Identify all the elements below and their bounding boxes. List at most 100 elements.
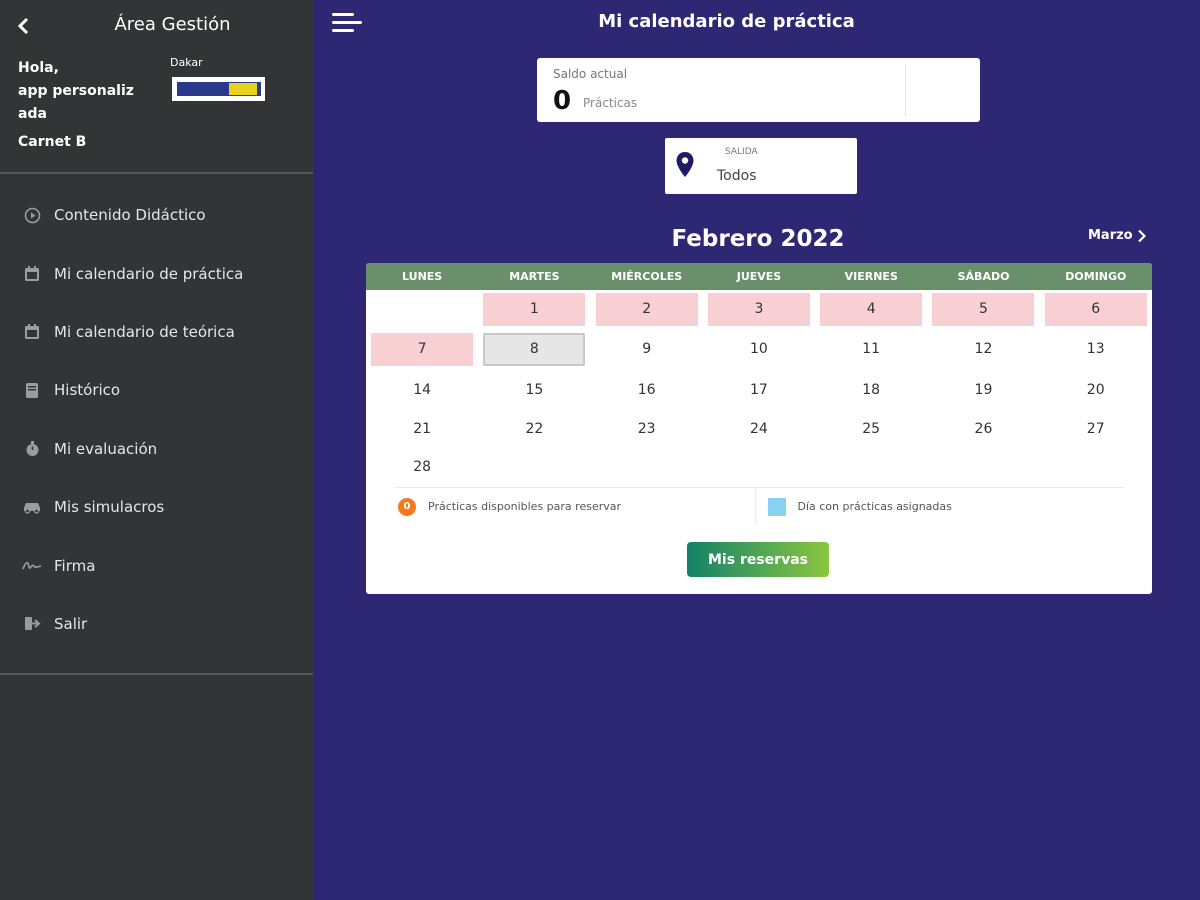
- calendar-day-13[interactable]: 13: [1040, 328, 1152, 370]
- weekday-label: JUEVES: [736, 270, 782, 283]
- calendar-day-15[interactable]: 15: [478, 370, 590, 410]
- calendar-week-row: 28: [366, 448, 1152, 485]
- calendar-day-number: 21: [413, 421, 432, 437]
- calendar-empty-cell: [927, 448, 1039, 485]
- calendar-day-19[interactable]: 19: [927, 370, 1039, 410]
- sidebar-item-label: Firma: [54, 556, 96, 575]
- calendar-day-1[interactable]: 1: [478, 290, 590, 328]
- calendar-day-number: 25: [862, 421, 881, 437]
- sidebar-item-firma[interactable]: Firma: [0, 536, 313, 594]
- calendar-day-number: 8: [483, 332, 586, 366]
- calendar-day-11[interactable]: 11: [815, 328, 927, 370]
- school-name: Dakar: [170, 56, 203, 69]
- calendar-legend: 0 Prácticas disponibles para reservar Dí…: [394, 487, 1124, 525]
- sidebar-item-evaluacion[interactable]: Mi evaluación: [0, 420, 313, 478]
- calendar-day-number: 6: [1044, 292, 1147, 326]
- logout-icon: [22, 614, 42, 634]
- calendar-day-23[interactable]: 23: [591, 410, 703, 448]
- calendar-day-22[interactable]: 22: [478, 410, 590, 448]
- balance-separator: [905, 64, 906, 116]
- balance-unit: Prácticas: [583, 96, 638, 110]
- chevron-left-icon: [17, 17, 29, 35]
- chevron-right-icon: [1137, 229, 1146, 242]
- sidebar-item-label: Contenido Didáctico: [54, 206, 206, 225]
- calendar-day-number: 27: [1086, 421, 1105, 437]
- exit-point-label: SALIDA: [725, 147, 758, 157]
- calendar-day-number: 28: [413, 458, 432, 475]
- available-badge-icon: 0: [398, 497, 416, 516]
- calendar-day-4[interactable]: 4: [815, 290, 927, 328]
- sidebar-item-calendario-practica[interactable]: Mi calendario de práctica: [0, 244, 313, 302]
- calendar-day-27[interactable]: 27: [1040, 410, 1152, 448]
- calendar-day-21[interactable]: 21: [366, 410, 478, 448]
- calendar-empty-cell: [1040, 448, 1152, 485]
- calendar-day-6[interactable]: 6: [1040, 290, 1152, 328]
- calendar-empty-cell: [591, 448, 703, 485]
- calendar-day-number: 2: [595, 292, 698, 326]
- calendar-day-18[interactable]: 18: [815, 370, 927, 410]
- license-type: Carnet B: [18, 134, 87, 150]
- calendar-icon: [22, 264, 42, 284]
- legend-assigned-label: Día con prácticas asignadas: [797, 500, 952, 513]
- next-month-label: Marzo: [1088, 228, 1133, 243]
- calendar-day-number: 13: [1086, 341, 1105, 357]
- calendar-week-row: 123456: [366, 290, 1152, 328]
- weekday-label: MIÉRCOLES: [611, 270, 683, 283]
- sidebar-nav: Contenido Didáctico Mi calendario de prá…: [0, 186, 313, 653]
- calendar-day-number: 17: [750, 382, 768, 398]
- calendar-week-row: 14 15 16 17 18 19 20: [366, 370, 1152, 410]
- sidebar-item-calendario-teorica[interactable]: Mi calendario de teórica: [0, 303, 313, 361]
- calendar-day-9[interactable]: 9: [591, 328, 703, 370]
- sidebar-item-salir[interactable]: Salir: [0, 595, 313, 653]
- my-reservations-button[interactable]: Mis reservas: [687, 542, 829, 577]
- legend-assigned: Día con prácticas asignadas: [754, 488, 1125, 525]
- calendar-day-14[interactable]: 14: [366, 370, 478, 410]
- calendar-day-5[interactable]: 5: [927, 290, 1039, 328]
- calendar-day-28[interactable]: 28: [366, 448, 478, 485]
- calendar-day-26[interactable]: 26: [927, 410, 1039, 448]
- school-logo: [172, 77, 265, 101]
- calendar-day-number: 24: [750, 421, 768, 437]
- calendar-day-12[interactable]: 12: [927, 328, 1039, 370]
- calendar-day-25[interactable]: 25: [815, 410, 927, 448]
- user-greeting: Hola, app personalizada: [18, 57, 143, 126]
- location-pin-icon: [675, 151, 695, 183]
- calendar-day-3[interactable]: 3: [703, 290, 815, 328]
- exit-point-select[interactable]: SALIDA Todos: [665, 138, 857, 194]
- calendar-day-number: 20: [1086, 382, 1105, 398]
- sidebar-item-label: Mi calendario de práctica: [54, 264, 244, 283]
- weekday-label: VIERNES: [844, 270, 898, 283]
- calendar-empty-cell: [703, 448, 815, 485]
- calendar-icon: [22, 322, 42, 342]
- calendar-day-number: 18: [862, 382, 881, 398]
- calendar-day-10[interactable]: 10: [703, 328, 815, 370]
- calendar-day-number: 19: [974, 382, 993, 398]
- calendar-day-20[interactable]: 20: [1040, 370, 1152, 410]
- calendar-week-row: 7 8 9 10 11 12 13: [366, 328, 1152, 370]
- calendar-grid: 1 2 3 4 5 6 7 8 9 10 11 12 13 14 15 16 17 18 19 20 21 22 23 24 2…: [366, 290, 1152, 485]
- back-button[interactable]: [16, 12, 40, 40]
- calendar-day-number: 23: [637, 421, 656, 437]
- signature-icon: [22, 556, 42, 576]
- calendar-day-7[interactable]: 7: [366, 328, 478, 370]
- calendar-day-number: 9: [642, 341, 652, 357]
- calendar-day-number: 14: [413, 382, 432, 398]
- sidebar-divider: [0, 673, 313, 675]
- calendar-day-number: 3: [707, 292, 810, 326]
- sidebar-item-simulacros[interactable]: Mis simulacros: [0, 478, 313, 536]
- next-month-button[interactable]: Marzo: [1088, 228, 1146, 243]
- sidebar-item-contenido-didactico[interactable]: Contenido Didáctico: [0, 186, 313, 244]
- sidebar-item-historico[interactable]: Histórico: [0, 361, 313, 419]
- calendar-day-17[interactable]: 17: [703, 370, 815, 410]
- calendar-empty-cell: [478, 448, 590, 485]
- calendar-empty-cell: [815, 448, 927, 485]
- weekday-label: DOMINGO: [1065, 270, 1127, 283]
- book-icon: [22, 380, 42, 400]
- calendar-day-24[interactable]: 24: [703, 410, 815, 448]
- calendar-day-2[interactable]: 2: [591, 290, 703, 328]
- exit-point-value: Todos: [717, 168, 757, 184]
- calendar-day-16[interactable]: 16: [591, 370, 703, 410]
- calendar-day-number: 11: [862, 341, 881, 357]
- calendar-day-number: 4: [820, 292, 923, 326]
- calendar-day-8[interactable]: 8: [478, 328, 590, 370]
